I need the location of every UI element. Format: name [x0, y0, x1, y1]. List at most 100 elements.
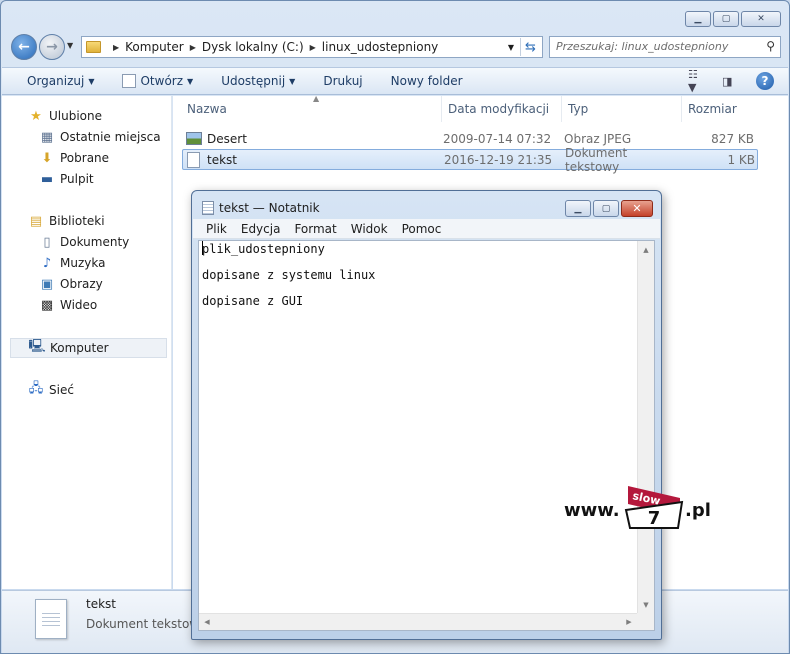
nav-videos[interactable]: ▩ Wideo: [39, 295, 97, 315]
notepad-text-area[interactable]: plik_udostepniony dopisane z systemu lin…: [198, 240, 655, 631]
notepad-icon: [122, 74, 137, 88]
breadcrumb-computer[interactable]: Komputer: [125, 40, 184, 54]
desktop-icon: ▬: [40, 171, 54, 187]
text-line-1: plik_udostepniony: [202, 241, 375, 267]
new-folder-button[interactable]: Nowy folder: [377, 74, 477, 88]
chevron-down-icon: ▼: [289, 76, 296, 86]
menu-edit[interactable]: Edycja: [234, 222, 288, 236]
file-date: 2009-07-14 07:32: [443, 131, 552, 146]
scroll-left-icon[interactable]: ◀: [199, 614, 215, 630]
notepad-icon: [202, 201, 214, 215]
notepad-title: tekst — Notatnik: [219, 201, 320, 215]
command-bar: Organizuj ▼ Otwórz ▼ Udostępnij ▼ Drukuj…: [2, 67, 788, 95]
file-type: Obraz JPEG: [564, 131, 632, 146]
text-line-1-content: plik_udostepniony: [202, 242, 325, 256]
nav-libraries-label: Biblioteki: [49, 214, 105, 228]
nav-videos-label: Wideo: [60, 298, 98, 312]
file-size: 1 KB: [727, 152, 755, 167]
file-date: 2016-12-19 21:35: [444, 152, 553, 167]
chevron-down-icon: ▼: [187, 76, 194, 86]
scroll-up-icon[interactable]: ▲: [638, 241, 654, 258]
file-type: Dokument tekstowy: [565, 145, 628, 174]
address-history-dropdown-icon[interactable]: ▼: [508, 43, 514, 52]
breadcrumb-folder[interactable]: linux_udostepniony: [322, 40, 439, 54]
share-button[interactable]: Udostępnij ▼: [207, 74, 309, 88]
address-bar[interactable]: ▶ Komputer ▶ Dysk lokalny (C:) ▶ linux_u…: [81, 36, 543, 58]
nav-documents[interactable]: ▯ Dokumenty: [39, 232, 129, 252]
breadcrumb-local-disk[interactable]: Dysk lokalny (C:): [202, 40, 304, 54]
search-placeholder: Przeszukaj: linux_udostepniony: [556, 40, 729, 53]
text-line-3: dopisane z GUI: [202, 294, 304, 308]
notepad-maximize-button[interactable]: ▢: [593, 200, 619, 217]
nav-music-label: Muzyka: [60, 256, 106, 270]
preview-pane-icon[interactable]: ◨: [722, 74, 740, 88]
notepad-titlebar[interactable]: tekst — Notatnik: [202, 201, 320, 215]
column-date[interactable]: Data modyfikacji: [442, 96, 562, 122]
forward-button[interactable]: →: [39, 34, 65, 60]
menu-format[interactable]: Format: [287, 222, 343, 236]
close-button[interactable]: ✕: [741, 11, 781, 27]
back-button[interactable]: ←: [11, 34, 37, 60]
videos-icon: ▩: [40, 297, 54, 313]
minimize-button[interactable]: ▁: [685, 11, 711, 27]
scroll-down-icon[interactable]: ▼: [638, 596, 654, 613]
print-button[interactable]: Drukuj: [309, 74, 376, 88]
chevron-right-icon[interactable]: ▶: [113, 43, 119, 52]
star-icon: ★: [30, 108, 42, 124]
navigation-pane: ★ Ulubione ▦ Ostatnie miejsca ⬇ Pobrane …: [2, 96, 172, 589]
nav-recent[interactable]: ▦ Ostatnie miejsca: [39, 127, 161, 147]
search-icon[interactable]: ⚲: [766, 39, 775, 53]
music-icon: ♪: [42, 255, 52, 271]
nav-libraries[interactable]: ▤ Biblioteki: [28, 211, 105, 231]
notepad-close-button[interactable]: ✕: [621, 200, 653, 217]
chevron-right-icon[interactable]: ▶: [310, 43, 316, 52]
badge-number: 7: [648, 508, 661, 529]
resize-grip[interactable]: [637, 613, 654, 630]
details-file-name: tekst: [86, 597, 116, 611]
horizontal-scrollbar[interactable]: ◀ ▶: [199, 613, 637, 630]
folder-icon: [86, 41, 101, 53]
chevron-right-icon[interactable]: ▶: [190, 43, 196, 52]
text-file-icon: [187, 151, 200, 168]
menu-help[interactable]: Pomoc: [395, 222, 449, 236]
search-input[interactable]: Przeszukaj: linux_udostepniony ⚲: [549, 36, 781, 58]
nav-desktop[interactable]: ▬ Pulpit: [39, 169, 94, 189]
libraries-icon: ▤: [29, 213, 43, 229]
share-label: Udostępnij: [221, 74, 286, 88]
nav-favorites-label: Ulubione: [49, 109, 103, 123]
maximize-button[interactable]: ▢: [713, 11, 739, 27]
nav-downloads-label: Pobrane: [60, 151, 110, 165]
nav-pictures-label: Obrazy: [60, 277, 103, 291]
file-name: tekst: [207, 152, 237, 167]
open-button[interactable]: Otwórz ▼: [108, 74, 207, 88]
help-icon[interactable]: ?: [756, 72, 774, 90]
notepad-menubar: Plik Edycja Format Widok Pomoc: [193, 219, 660, 239]
vertical-scrollbar[interactable]: ▲ ▼: [637, 241, 654, 613]
column-size[interactable]: Rozmiar: [682, 96, 757, 122]
chevron-down-icon: ▼: [88, 76, 95, 86]
nav-computer[interactable]: 🖳 Komputer: [10, 338, 167, 358]
change-view-icon[interactable]: ☷ ▼: [688, 68, 706, 94]
menu-file[interactable]: Plik: [199, 222, 234, 236]
refresh-icon[interactable]: ⇆: [520, 38, 540, 56]
nav-music[interactable]: ♪ Muzyka: [39, 253, 106, 273]
file-name: Desert: [207, 131, 247, 146]
organize-button[interactable]: Organizuj ▼: [2, 74, 108, 88]
notepad-window: tekst — Notatnik ▁ ▢ ✕ Plik Edycja Forma…: [191, 190, 662, 640]
image-file-icon: [186, 132, 202, 145]
notepad-minimize-button[interactable]: ▁: [565, 200, 591, 217]
nav-network[interactable]: 🖧 Sieć: [28, 380, 74, 400]
menu-view[interactable]: Widok: [344, 222, 395, 236]
organize-label: Organizuj: [27, 74, 85, 88]
nav-favorites[interactable]: ★ Ulubione: [28, 106, 102, 126]
sort-ascending-icon: ▲: [313, 94, 320, 103]
recent-pages-dropdown-icon[interactable]: ▼: [67, 41, 73, 50]
column-name[interactable]: Nazwa: [181, 96, 442, 122]
file-size: 827 KB: [711, 131, 754, 146]
scroll-right-icon[interactable]: ▶: [621, 614, 637, 630]
nav-pictures[interactable]: ▣ Obrazy: [39, 274, 103, 294]
nav-downloads[interactable]: ⬇ Pobrane: [39, 148, 110, 168]
file-row-tekst[interactable]: tekst 2016-12-19 21:35 Dokument tekstowy…: [182, 146, 758, 174]
nav-documents-label: Dokumenty: [60, 235, 130, 249]
column-type[interactable]: Typ: [562, 96, 682, 122]
